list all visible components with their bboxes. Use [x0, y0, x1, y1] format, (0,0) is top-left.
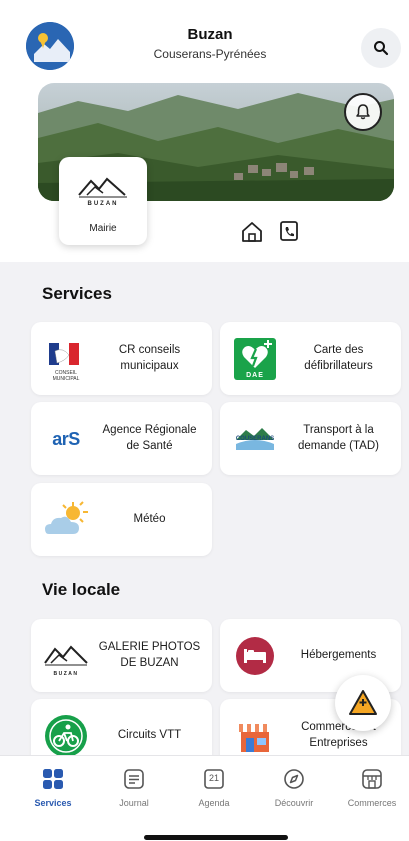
- mairie-card[interactable]: BUZAN Mairie: [59, 157, 147, 245]
- app-logo[interactable]: [26, 22, 74, 70]
- search-icon: [374, 41, 389, 56]
- nav-label: Découvrir: [274, 798, 314, 808]
- nav-label: Services: [34, 798, 72, 808]
- buzan-caption: BUZAN: [53, 671, 79, 677]
- dae-caption: DAE: [246, 372, 264, 379]
- contact-button[interactable]: [277, 219, 301, 243]
- nav-label: Journal: [119, 798, 149, 808]
- ars-logo: arS: [43, 416, 89, 462]
- service-card-meteo[interactable]: Météo: [31, 483, 212, 556]
- calendar-day: 21: [208, 773, 219, 783]
- service-label: CR conseils municipaux: [118, 343, 181, 372]
- warning-icon: [349, 690, 377, 715]
- bell-icon: [356, 104, 370, 120]
- conseil-municipal-caption: CONSEIL MUNICIPAL: [52, 370, 80, 382]
- bottom-navigation: Services Journal 21 Agenda Découvrir Com…: [0, 755, 409, 841]
- buzan-mountain-logo: BUZAN: [43, 633, 89, 679]
- ars-logo-text: arS: [52, 428, 80, 449]
- alert-fab-button[interactable]: [335, 675, 391, 731]
- home-button[interactable]: [240, 220, 264, 244]
- compass-icon: [284, 769, 304, 789]
- dae-defibrillator-icon: DAE: [232, 336, 278, 382]
- services-section-title: Services: [42, 284, 112, 303]
- republique-francaise-logo: CONSEIL MUNICIPAL: [43, 336, 89, 382]
- service-card-transport-tad[interactable]: COUSERANS Transport à la demande (TAD): [220, 402, 401, 475]
- header-title-block: Buzan Couserans-Pyrénées: [110, 26, 310, 61]
- service-label: Météo: [133, 512, 166, 525]
- nav-services[interactable]: Services: [18, 766, 88, 808]
- notifications-button[interactable]: [344, 93, 382, 131]
- header-title: Buzan: [187, 26, 233, 43]
- app-header: Buzan Couserans-Pyrénées BUZAN Mairie: [0, 0, 409, 262]
- mairie-logo-text: BUZAN: [87, 201, 119, 207]
- newspaper-icon: [124, 769, 144, 789]
- phone-book-icon: [280, 221, 298, 241]
- service-card-defibrillateurs[interactable]: DAE Carte des défibrillateurs: [220, 322, 401, 395]
- shop-icon: [232, 713, 278, 755]
- vie-locale-section-title: Vie locale: [42, 580, 121, 599]
- nav-decouvrir[interactable]: Découvrir: [259, 766, 329, 808]
- couserans-caption: COUSERANS: [235, 436, 275, 442]
- store-icon: [362, 769, 382, 789]
- weather-sun-cloud-icon: [43, 497, 89, 543]
- service-label: Carte des défibrillateurs: [304, 343, 373, 372]
- service-card-cr-conseils[interactable]: CONSEIL MUNICIPAL CR conseils municipaux: [31, 322, 212, 395]
- nav-agenda[interactable]: 21 Agenda: [179, 766, 249, 808]
- nav-commerces[interactable]: Commerces: [337, 766, 407, 808]
- bed-icon: [232, 633, 278, 679]
- bike-icon: [43, 713, 89, 755]
- vie-locale-card-galerie[interactable]: BUZAN GALERIE PHOTOS DE BUZAN: [31, 619, 212, 692]
- service-card-ars[interactable]: arS Agence Régionale de Santé: [31, 402, 212, 475]
- vie-locale-label: GALERIE PHOTOS DE BUZAN: [98, 640, 201, 669]
- service-label: Agence Régionale de Santé: [102, 423, 197, 452]
- buzan-mountain-logo: [78, 177, 127, 198]
- home-indicator: [144, 835, 288, 840]
- vie-locale-card-circuits-vtt[interactable]: Circuits VTT: [31, 699, 212, 755]
- nav-journal[interactable]: Journal: [99, 766, 169, 808]
- vie-locale-label: Circuits VTT: [117, 728, 182, 741]
- service-label: Transport à la demande (TAD): [298, 423, 379, 452]
- grid-icon: [43, 769, 63, 789]
- couserans-logo: COUSERANS: [232, 416, 278, 462]
- nav-label: Commerces: [347, 798, 397, 808]
- header-subtitle: Couserans-Pyrénées: [153, 47, 267, 61]
- mairie-label: Mairie: [89, 223, 117, 234]
- nav-label: Agenda: [198, 798, 230, 808]
- home-icon: [242, 222, 262, 242]
- search-button[interactable]: [361, 28, 401, 68]
